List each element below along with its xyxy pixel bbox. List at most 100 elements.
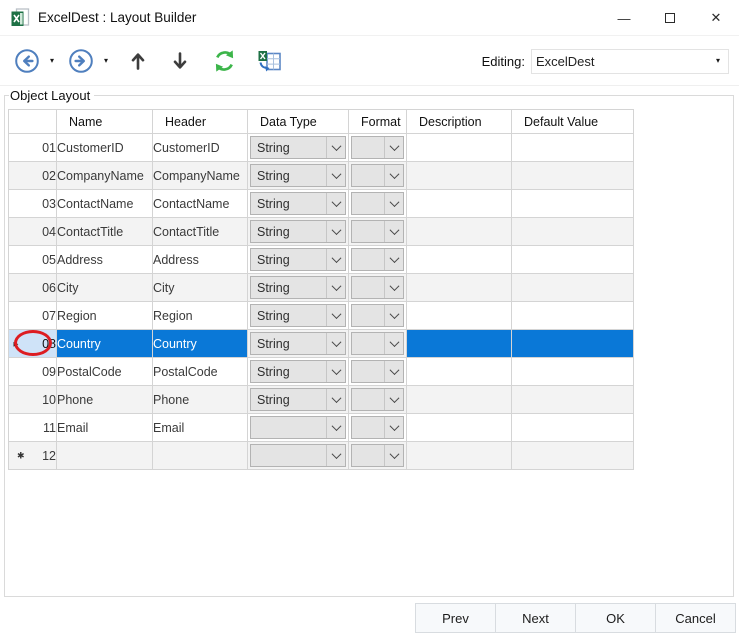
data-type-cell[interactable]: String	[248, 386, 349, 414]
title-bar[interactable]: ExcelDest : Layout Builder — ✕	[0, 0, 739, 36]
description-cell[interactable]	[407, 330, 512, 358]
column-header-name[interactable]: Name	[57, 110, 153, 134]
row-number-cell[interactable]: 09	[9, 358, 57, 386]
grid-row-10[interactable]: 10PhonePhoneString	[9, 386, 634, 414]
header-cell[interactable]: Phone	[153, 386, 248, 414]
grid-row-04[interactable]: 04ContactTitleContactTitleString	[9, 218, 634, 246]
data-type-cell[interactable]	[248, 442, 349, 470]
forward-button[interactable]	[64, 45, 98, 77]
default-value-cell[interactable]	[512, 246, 634, 274]
grid-row-new[interactable]: ✱12	[9, 442, 634, 470]
format-combo[interactable]	[351, 164, 404, 187]
format-cell[interactable]	[349, 162, 407, 190]
name-cell[interactable]: Country	[57, 330, 153, 358]
data-type-cell[interactable]: String	[248, 218, 349, 246]
description-cell[interactable]	[407, 246, 512, 274]
default-value-cell[interactable]	[512, 218, 634, 246]
default-value-cell[interactable]	[512, 386, 634, 414]
format-cell[interactable]	[349, 302, 407, 330]
minimize-button[interactable]: —	[601, 0, 647, 36]
next-button[interactable]: Next	[495, 603, 576, 633]
name-cell[interactable]: City	[57, 274, 153, 302]
format-cell[interactable]	[349, 414, 407, 442]
name-cell[interactable]: Email	[57, 414, 153, 442]
column-header-default-value[interactable]: Default Value	[512, 110, 634, 134]
row-number-cell[interactable]: 05	[9, 246, 57, 274]
data-type-cell[interactable]: String	[248, 358, 349, 386]
format-cell[interactable]	[349, 274, 407, 302]
data-type-combo[interactable]: String	[250, 360, 346, 383]
format-cell[interactable]	[349, 386, 407, 414]
close-button[interactable]: ✕	[693, 0, 739, 36]
data-type-combo[interactable]: String	[250, 248, 346, 271]
format-combo[interactable]	[351, 136, 404, 159]
default-value-cell[interactable]	[512, 162, 634, 190]
grid-row-07[interactable]: 07RegionRegionString	[9, 302, 634, 330]
data-type-cell[interactable]: String	[248, 162, 349, 190]
move-down-button[interactable]	[168, 45, 192, 77]
editing-object-combo[interactable]: ExcelDest ▾	[531, 49, 729, 74]
header-cell[interactable]: City	[153, 274, 248, 302]
default-value-cell[interactable]	[512, 302, 634, 330]
name-cell[interactable]	[57, 442, 153, 470]
header-cell[interactable]: CustomerID	[153, 134, 248, 162]
description-cell[interactable]	[407, 414, 512, 442]
description-cell[interactable]	[407, 386, 512, 414]
data-type-combo[interactable]: String	[250, 388, 346, 411]
format-cell[interactable]	[349, 218, 407, 246]
forward-dropdown-caret[interactable]: ▾	[102, 45, 114, 77]
data-type-combo[interactable]: String	[250, 136, 346, 159]
row-number-cell[interactable]: 10	[9, 386, 57, 414]
data-type-cell[interactable]: String	[248, 134, 349, 162]
header-cell[interactable]: Address	[153, 246, 248, 274]
refresh-button[interactable]	[208, 45, 241, 77]
default-value-cell[interactable]	[512, 134, 634, 162]
name-cell[interactable]: PostalCode	[57, 358, 153, 386]
description-cell[interactable]	[407, 302, 512, 330]
description-cell[interactable]	[407, 162, 512, 190]
data-type-cell[interactable]: String	[248, 274, 349, 302]
header-cell[interactable]: ContactName	[153, 190, 248, 218]
format-combo[interactable]	[351, 192, 404, 215]
grid-row-03[interactable]: 03ContactNameContactNameString	[9, 190, 634, 218]
header-cell[interactable]: Country	[153, 330, 248, 358]
back-dropdown-caret[interactable]: ▾	[48, 45, 60, 77]
format-cell[interactable]	[349, 330, 407, 358]
name-cell[interactable]: CompanyName	[57, 162, 153, 190]
format-cell[interactable]	[349, 246, 407, 274]
description-cell[interactable]	[407, 134, 512, 162]
grid-row-01[interactable]: 01CustomerIDCustomerIDString	[9, 134, 634, 162]
data-type-cell[interactable]: String	[248, 330, 349, 358]
row-number-cell[interactable]: 03	[9, 190, 57, 218]
data-type-combo[interactable]: String	[250, 164, 346, 187]
data-type-cell[interactable]	[248, 414, 349, 442]
row-number-cell[interactable]: 01	[9, 134, 57, 162]
format-combo[interactable]	[351, 444, 404, 467]
prev-button[interactable]: Prev	[415, 603, 496, 633]
data-type-combo[interactable]	[250, 444, 346, 467]
format-combo[interactable]	[351, 304, 404, 327]
name-cell[interactable]: Region	[57, 302, 153, 330]
format-combo[interactable]	[351, 220, 404, 243]
default-value-cell[interactable]	[512, 330, 634, 358]
format-cell[interactable]	[349, 190, 407, 218]
data-type-combo[interactable]: String	[250, 220, 346, 243]
description-cell[interactable]	[407, 274, 512, 302]
grid-row-08[interactable]: ►08CountryCountryString	[9, 330, 634, 358]
data-type-cell[interactable]: String	[248, 302, 349, 330]
default-value-cell[interactable]	[512, 414, 634, 442]
grid-row-09[interactable]: 09PostalCodePostalCodeString	[9, 358, 634, 386]
format-combo[interactable]	[351, 360, 404, 383]
header-cell[interactable]: Region	[153, 302, 248, 330]
row-number-cell[interactable]: ►08	[9, 330, 57, 358]
back-button[interactable]	[10, 45, 44, 77]
move-up-button[interactable]	[126, 45, 150, 77]
description-cell[interactable]	[407, 358, 512, 386]
format-combo[interactable]	[351, 416, 404, 439]
default-value-cell[interactable]	[512, 358, 634, 386]
grid-row-06[interactable]: 06CityCityString	[9, 274, 634, 302]
name-cell[interactable]: Address	[57, 246, 153, 274]
format-combo[interactable]	[351, 388, 404, 411]
name-cell[interactable]: CustomerID	[57, 134, 153, 162]
format-combo[interactable]	[351, 276, 404, 299]
